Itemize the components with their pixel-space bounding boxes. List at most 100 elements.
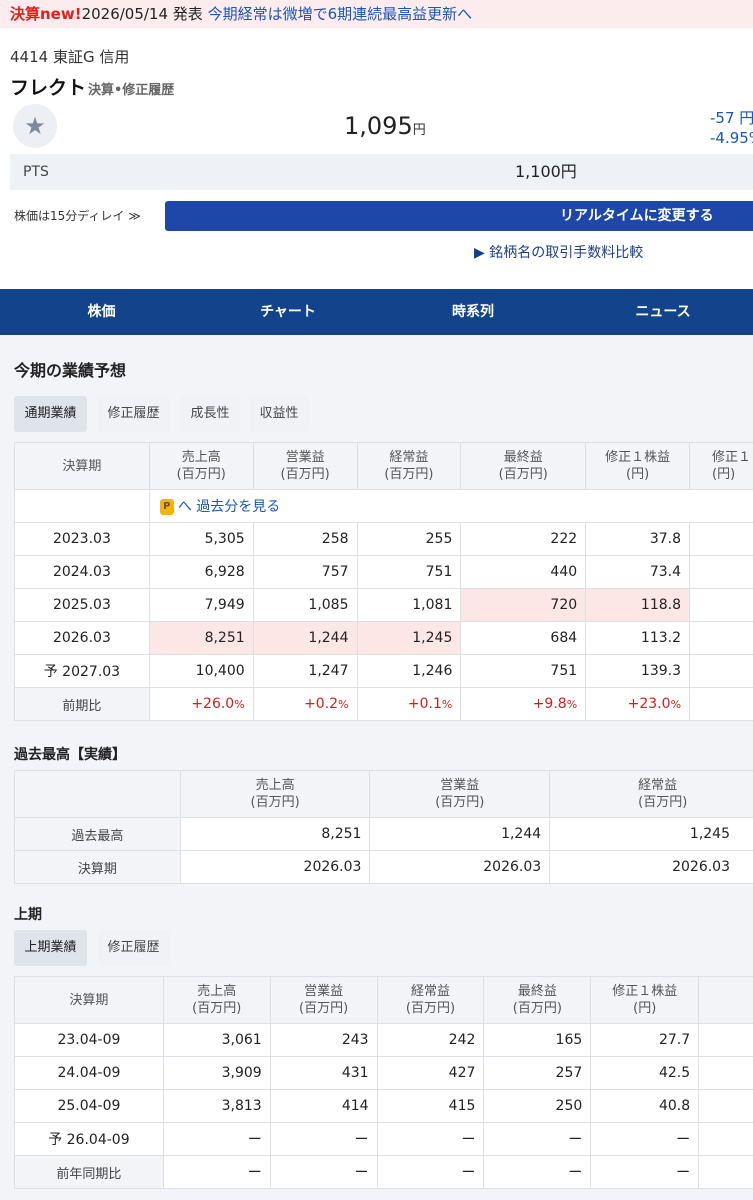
table-cell: 139.3 <box>585 654 691 688</box>
table-cell: 243 <box>269 1023 378 1057</box>
price-change: -57 円 -4.95% <box>710 108 753 148</box>
table-cell: 40.8 <box>590 1089 700 1123</box>
table-cell: 3,909 <box>162 1056 271 1090</box>
ratio-row: 前年同期比ーーーーー <box>14 1155 753 1189</box>
pts-row: PTS 1,100円 <box>10 154 753 190</box>
table-cell: 予 2027.03 <box>14 654 150 688</box>
table-cell <box>698 1089 753 1123</box>
table-cell: 10,400 <box>148 654 254 688</box>
col-header: 修正１株益 (円) <box>590 976 700 1024</box>
forecast-title: 今期の業績予想 <box>14 361 127 380</box>
table-cell <box>689 522 753 556</box>
col-header: 修正１株益 (円) <box>585 442 691 490</box>
table-row: 予 2027.03 10,400 1,247 1,246 751 139.3 <box>14 654 753 688</box>
table-cell: 258 <box>252 522 358 556</box>
table-cell: 8,251 <box>179 817 371 851</box>
table-cell: ー <box>269 1155 378 1189</box>
tab-profitability[interactable]: 収益性 <box>249 396 309 432</box>
tab-annual[interactable]: 通期業績 <box>14 396 87 432</box>
half-title: 上期 <box>14 907 42 923</box>
table-cell: 予 26.04-09 <box>14 1122 164 1156</box>
favorite-star-icon[interactable]: ★ <box>13 104 57 148</box>
table-cell <box>14 489 150 523</box>
table-cell <box>689 588 753 622</box>
col-header: 修正１ (円) <box>689 442 753 490</box>
table-cell: 過去最高 <box>14 817 181 851</box>
table-cell: 5,305 <box>148 522 254 556</box>
ratio-row: 前期比 +26.0% +0.2% +0.1% +9.8% +23.0% <box>14 687 753 721</box>
tab-half-results[interactable]: 上期業績 <box>14 930 87 966</box>
tab-price[interactable]: 株価 <box>0 289 203 335</box>
table-cell: 222 <box>460 522 587 556</box>
tab-chart[interactable]: チャート <box>203 289 373 335</box>
table-cell: 1,085 <box>252 588 358 622</box>
table-row: 決算期 2026.03 2026.03 2026.03 <box>14 850 753 884</box>
banner-tag: 決算new! <box>10 5 82 23</box>
table-cell: 2026.03 <box>14 621 150 655</box>
record-title: 過去最高【実績】 <box>14 747 126 763</box>
table-cell: 73.4 <box>585 555 691 589</box>
tab-timeseries[interactable]: 時系列 <box>373 289 573 335</box>
table-cell: 3,813 <box>162 1089 271 1123</box>
col-header: 最終益 (百万円) <box>460 442 587 490</box>
table-cell: ー <box>376 1122 485 1156</box>
table-row: 過去最高 8,251 1,244 1,245 <box>14 817 753 851</box>
tab-growth[interactable]: 成長性 <box>180 396 240 432</box>
table-cell: 113.2 <box>585 621 691 655</box>
premium-lock-icon: P <box>159 499 174 515</box>
show-past-link[interactable]: Pへ 過去分を見る <box>148 489 753 523</box>
table-cell <box>698 1023 753 1057</box>
fee-compare-link[interactable]: ▶ 銘柄名の取引手数料比較 <box>474 242 643 262</box>
delay-notice[interactable]: 株価は15分ディレイ ≫ <box>14 207 141 224</box>
tab-half-revision[interactable]: 修正履歴 <box>97 930 170 966</box>
table-cell: 1,245 <box>549 817 753 851</box>
table-cell: 255 <box>356 522 462 556</box>
table-row: 予 26.04-09 ーーーーー <box>14 1122 753 1156</box>
col-header: 売上高 (百万円) <box>162 976 271 1024</box>
col-header: 経常益 (百万円) <box>376 976 485 1024</box>
table-cell <box>689 555 753 589</box>
record-highlight: 8,251 <box>148 621 254 655</box>
table-cell: 2025.03 <box>14 588 150 622</box>
table-cell: 440 <box>460 555 587 589</box>
record-highlight: 118.8 <box>585 588 691 622</box>
table-cell: 414 <box>269 1089 378 1123</box>
table-cell: +23.0% <box>585 687 691 721</box>
table-cell: ー <box>590 1155 700 1189</box>
table-cell: 3,061 <box>162 1023 271 1057</box>
col-header: 売上高 (百万円) <box>179 770 371 818</box>
main-tab-bar: 株価 チャート 時系列 ニュース <box>0 289 753 335</box>
table-cell: ー <box>376 1155 485 1189</box>
realtime-button[interactable]: リアルタイムに変更する <box>165 201 753 231</box>
history-link[interactable]: 決算•修正履歴 <box>88 79 174 98</box>
record-table: 売上高 (百万円) 営業益 (百万円) 経常益 (百万円) 過去最高 8,251 1,24… <box>14 770 753 884</box>
table-cell: 23.04-09 <box>14 1023 164 1057</box>
col-header: 経常益 (百万円) <box>356 442 462 490</box>
table-cell: 250 <box>483 1089 592 1123</box>
price-value: 1,095 <box>344 112 413 140</box>
record-highlight: 720 <box>460 588 587 622</box>
kessan-banner[interactable]: 決算new!2026/05/14 発表 今期経常は微増で6期連続最高益更新へ <box>0 0 753 28</box>
table-cell: +9.8% <box>460 687 587 721</box>
table-cell: ー <box>590 1122 700 1156</box>
table-cell: 2023.03 <box>14 522 150 556</box>
table-cell: 2026.03 <box>179 850 371 884</box>
table-cell: 25.04-09 <box>14 1089 164 1123</box>
tab-revision[interactable]: 修正履歴 <box>97 396 170 432</box>
col-header: 営業益 (百万円) <box>369 770 551 818</box>
table-cell: 42.5 <box>590 1056 700 1090</box>
table-cell <box>689 654 753 688</box>
col-header: 経常益 (百万円) <box>549 770 753 818</box>
pts-label: PTS <box>23 164 49 180</box>
table-cell: 1,081 <box>356 588 462 622</box>
table-cell <box>689 621 753 655</box>
table-row: 25.04-09 3,813 414 415 250 40.8 <box>14 1089 753 1123</box>
table-cell: 257 <box>483 1056 592 1090</box>
banner-headline[interactable]: 今期経常は微増で6期連続最高益更新へ <box>208 5 473 23</box>
table-cell: 37.8 <box>585 522 691 556</box>
tab-news[interactable]: ニュース <box>573 289 753 335</box>
table-cell: 24.04-09 <box>14 1056 164 1090</box>
table-row: 2024.03 6,928 757 751 440 73.4 <box>14 555 753 589</box>
stock-name: フレクト <box>10 77 87 99</box>
table-cell: 2024.03 <box>14 555 150 589</box>
